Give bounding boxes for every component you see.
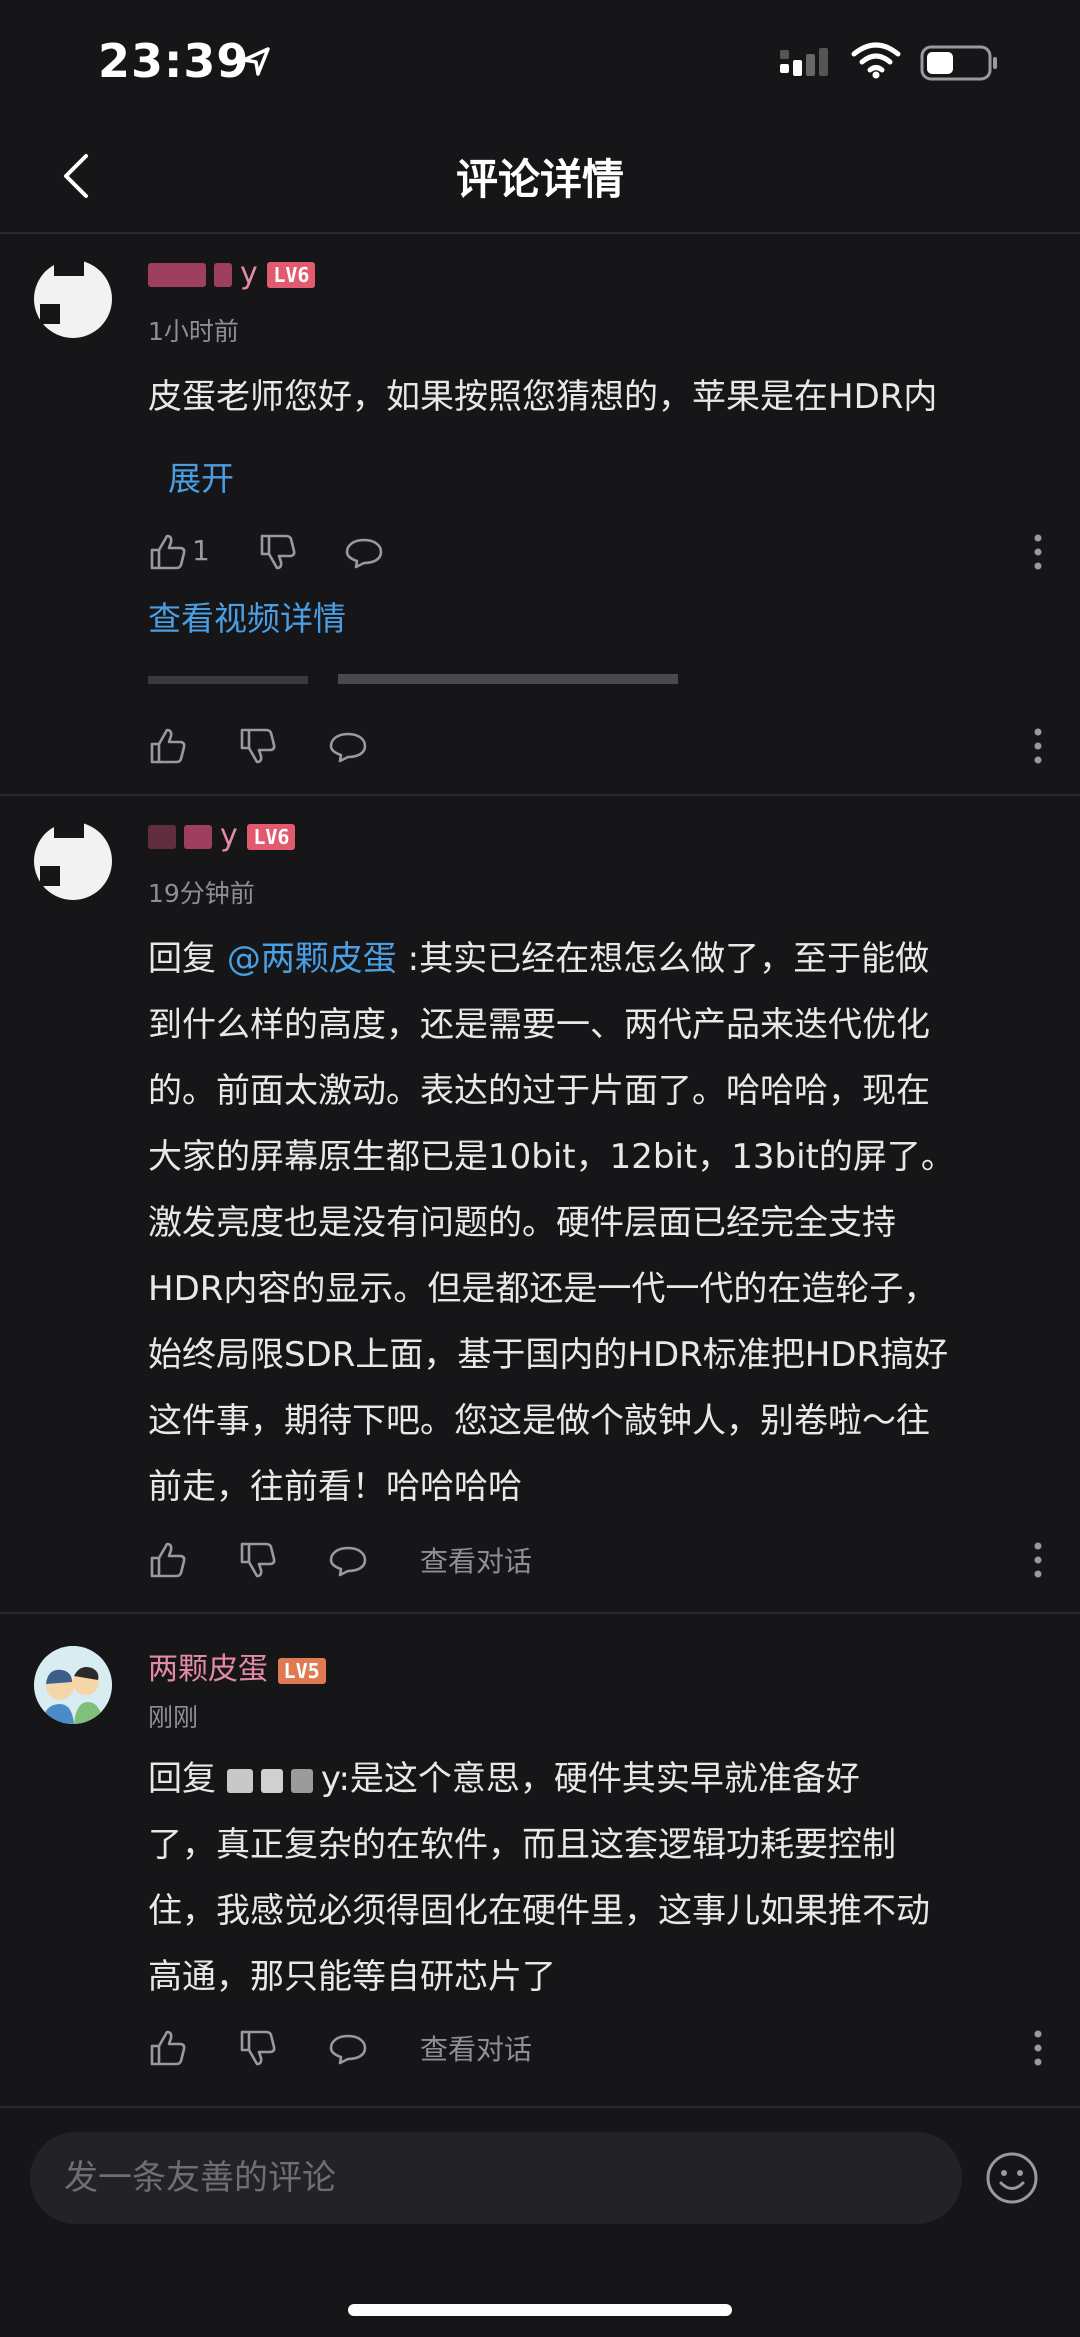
like-icon[interactable] bbox=[148, 726, 188, 766]
comment-text: 回复 y:是这个意思，硬件其实早就准备好 了，真正复杂的在软件，而且这套逻辑功耗… bbox=[148, 1759, 930, 1997]
home-indicator bbox=[348, 2304, 732, 2316]
avatar[interactable] bbox=[34, 254, 112, 338]
nav-bar: 评论详情 bbox=[0, 120, 1080, 234]
expand-link[interactable]: 展开 bbox=[168, 452, 234, 500]
username-redacted bbox=[148, 824, 176, 849]
avatar[interactable] bbox=[34, 816, 112, 900]
comment-time: 1小时前 bbox=[148, 317, 239, 346]
dislike-icon[interactable] bbox=[258, 532, 298, 572]
battery-icon bbox=[920, 45, 997, 81]
avatar[interactable] bbox=[34, 1646, 112, 1724]
comment-input[interactable]: 发一条友善的评论 bbox=[30, 2132, 962, 2224]
comment-actions: 1 bbox=[148, 528, 1048, 578]
emoji-icon[interactable] bbox=[984, 2150, 1040, 2206]
more-icon[interactable] bbox=[1028, 1536, 1048, 1584]
username-redacted bbox=[148, 262, 206, 287]
comment-actions: 查看对话 bbox=[148, 1536, 1048, 1586]
like-icon[interactable] bbox=[148, 1540, 188, 1580]
signal-icon bbox=[780, 48, 828, 76]
dislike-icon[interactable] bbox=[238, 726, 278, 766]
comment-icon[interactable] bbox=[344, 532, 384, 572]
comment-text: 回复 @两颗皮蛋 :其实已经在想怎么做了，至于能做 到什么样的高度，还是需要一、… bbox=[148, 939, 955, 1507]
like-icon[interactable] bbox=[148, 532, 188, 572]
wifi-icon bbox=[851, 42, 901, 79]
username-redacted bbox=[184, 824, 212, 849]
page-title: 评论详情 bbox=[455, 155, 624, 204]
comment-item: y LV6 1小时前 皮蛋老师您好，如果按照您猜想的，苹果是在HDR内 展开 1… bbox=[0, 234, 1080, 796]
view-conversation-link[interactable]: 查看对话 bbox=[420, 1540, 532, 1580]
comment-username[interactable]: 两颗皮蛋 LV5 bbox=[148, 1644, 326, 1688]
more-icon[interactable] bbox=[1028, 2024, 1048, 2072]
view-conversation-link[interactable]: 查看对话 bbox=[420, 2028, 532, 2068]
mention-link[interactable]: y bbox=[226, 1759, 338, 1799]
more-icon[interactable] bbox=[1028, 528, 1048, 576]
level-badge: LV6 bbox=[247, 823, 296, 850]
more-icon[interactable] bbox=[1028, 722, 1048, 770]
comment-text: 皮蛋老师您好，如果按照您猜想的，苹果是在HDR内 bbox=[148, 377, 938, 417]
level-badge: LV6 bbox=[267, 261, 316, 288]
comment-time: 刚刚 bbox=[148, 1703, 199, 1732]
level-badge: LV5 bbox=[277, 1657, 326, 1684]
clipped-text-strip bbox=[148, 674, 678, 684]
username-redacted bbox=[290, 1768, 313, 1793]
comment-actions: 查看对话 bbox=[148, 2024, 1048, 2074]
comment-icon[interactable] bbox=[328, 1540, 368, 1580]
comment-username[interactable]: y LV6 bbox=[148, 256, 316, 291]
like-icon[interactable] bbox=[148, 2028, 188, 2068]
comment-username[interactable]: y LV6 bbox=[148, 818, 296, 853]
status-bar: 23:39 bbox=[0, 0, 1080, 120]
view-video-link[interactable]: 查看视频详情 bbox=[148, 592, 346, 640]
dislike-icon[interactable] bbox=[238, 1540, 278, 1580]
comment-icon[interactable] bbox=[328, 726, 368, 766]
username-redacted bbox=[214, 262, 232, 287]
username-redacted bbox=[260, 1768, 283, 1793]
comment-item: 两颗皮蛋 LV5 刚刚 回复 y:是这个意思，硬件其实早就准备好 了，真正复杂的… bbox=[0, 1614, 1080, 2108]
comment-time: 19分钟前 bbox=[148, 879, 255, 908]
location-arrow-icon bbox=[242, 47, 270, 76]
comment-item: y LV6 19分钟前 回复 @两颗皮蛋 :其实已经在想怎么做了，至于能做 到什… bbox=[0, 796, 1080, 1614]
status-time: 23:39 bbox=[98, 34, 250, 88]
comment-actions bbox=[148, 722, 1048, 772]
username-redacted bbox=[226, 1768, 253, 1793]
dislike-icon[interactable] bbox=[238, 2028, 278, 2068]
comment-input-bar: 发一条友善的评论 bbox=[0, 2108, 1080, 2337]
comment-icon[interactable] bbox=[328, 2028, 368, 2068]
mention-link[interactable]: @两颗皮蛋 bbox=[227, 939, 397, 979]
like-count: 1 bbox=[192, 534, 210, 567]
